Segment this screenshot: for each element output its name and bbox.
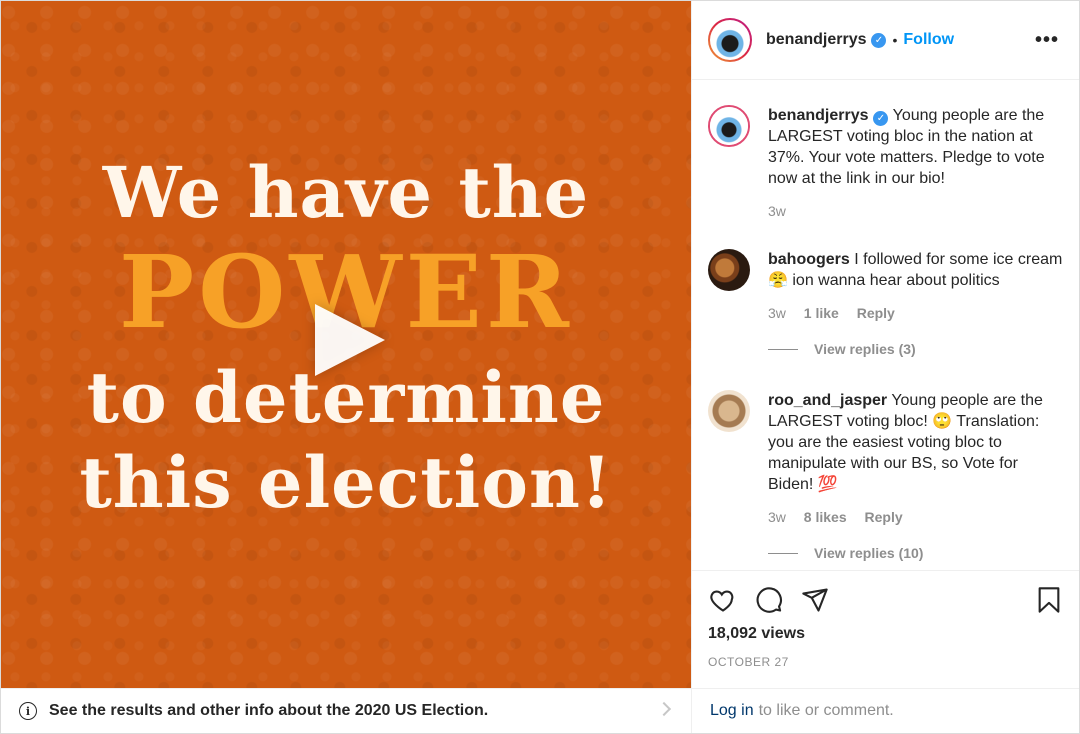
comments-list[interactable]: benandjerrys ✓ Young people are the LARGE… xyxy=(692,81,1079,570)
comment-meta: 3w 1 like Reply xyxy=(768,305,1064,321)
avatar[interactable] xyxy=(708,390,750,432)
comment-meta: 3w 8 likes Reply xyxy=(768,509,1064,525)
post-actions: 18,092 views OCTOBER 27 xyxy=(692,570,1079,669)
view-replies-label: View replies (3) xyxy=(814,341,916,357)
verified-badge-icon: ✓ xyxy=(871,32,887,48)
election-info-text: See the results and other info about the… xyxy=(49,702,489,719)
avatar[interactable] xyxy=(708,105,750,147)
media-text-line-4: this election! xyxy=(79,441,613,524)
header-username[interactable]: benandjerrys xyxy=(766,31,866,49)
follow-button[interactable]: Follow xyxy=(903,31,954,49)
comment-username[interactable]: roo_and_jasper xyxy=(768,392,887,409)
avatar[interactable] xyxy=(708,249,750,291)
view-replies-button[interactable]: View replies (10) xyxy=(768,545,1064,561)
comment-username[interactable]: benandjerrys xyxy=(768,107,868,124)
divider xyxy=(768,552,798,554)
comment-time[interactable]: 3w xyxy=(768,509,786,525)
post-video[interactable]: We have the POWER to determine this elec… xyxy=(1,1,691,688)
caption: benandjerrys ✓ Young people are the LARGE… xyxy=(708,105,1064,219)
comment-time[interactable]: 3w xyxy=(768,203,786,219)
login-prompt: Log in to like or comment. xyxy=(692,688,1079,733)
post-date[interactable]: OCTOBER 27 xyxy=(708,655,1063,669)
post-side-panel: benandjerrys ✓ • Follow ••• benandjerrys… xyxy=(691,1,1079,733)
post-header: benandjerrys ✓ • Follow ••• xyxy=(692,1,1079,80)
view-replies-button[interactable]: View replies (3) xyxy=(768,341,1064,357)
reply-button[interactable]: Reply xyxy=(857,305,895,321)
comment-time[interactable]: 3w xyxy=(768,305,786,321)
avatar[interactable] xyxy=(708,18,752,62)
comment-icon[interactable] xyxy=(754,586,784,614)
divider xyxy=(768,348,798,350)
info-icon: i xyxy=(19,702,37,720)
view-count[interactable]: 18,092 views xyxy=(708,625,1063,643)
comment: bahoogers I followed for some ice cream … xyxy=(708,249,1064,357)
media-text-line-1: We have the xyxy=(102,151,590,234)
comment-meta: 3w xyxy=(768,203,1064,219)
election-info-banner[interactable]: i See the results and other info about t… xyxy=(1,688,691,733)
login-link[interactable]: Log in xyxy=(710,702,754,720)
comment-username[interactable]: bahoogers xyxy=(768,251,850,268)
share-icon[interactable] xyxy=(800,586,830,614)
chevron-right-icon xyxy=(656,701,672,717)
reply-button[interactable]: Reply xyxy=(865,509,903,525)
action-icons xyxy=(708,585,1063,615)
more-options-icon[interactable]: ••• xyxy=(1035,29,1059,52)
view-replies-label: View replies (10) xyxy=(814,545,924,561)
comment-likes[interactable]: 1 like xyxy=(804,305,839,321)
bookmark-icon[interactable] xyxy=(1035,585,1063,615)
verified-badge-icon: ✓ xyxy=(873,111,889,126)
login-prompt-text: to like or comment. xyxy=(758,702,894,719)
separator-dot: • xyxy=(892,32,898,48)
play-icon[interactable] xyxy=(315,304,385,376)
heart-icon[interactable] xyxy=(708,586,738,614)
comment: roo_and_jasper Young people are the LARG… xyxy=(708,390,1064,561)
comment-likes[interactable]: 8 likes xyxy=(804,509,847,525)
